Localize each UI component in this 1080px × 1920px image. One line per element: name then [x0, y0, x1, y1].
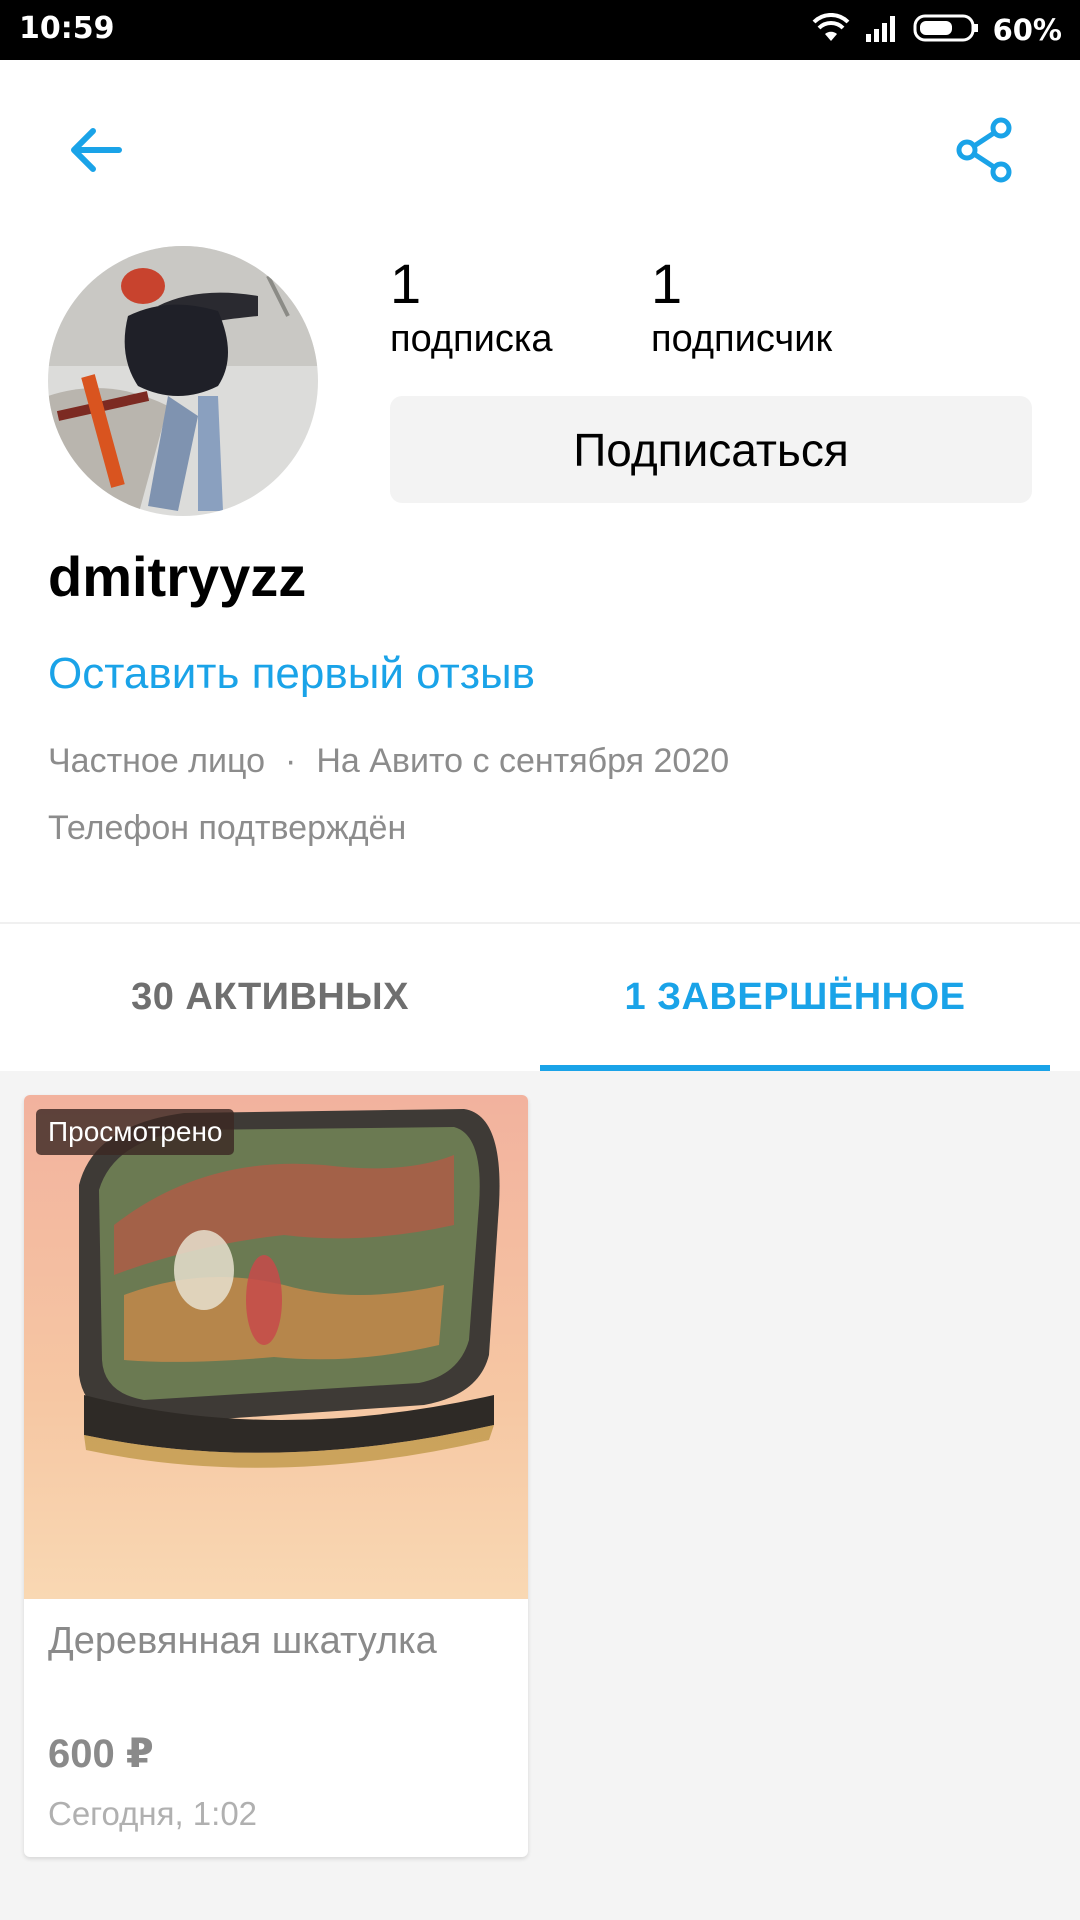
subscriptions-label: подписка	[390, 318, 553, 360]
share-icon	[956, 117, 1012, 183]
tab-active[interactable]: 30 АКТИВНЫХ	[0, 924, 540, 1071]
status-time: 10:59	[19, 11, 115, 46]
member-since: На Авито с сентября 2020	[316, 742, 730, 780]
subscriptions-stat[interactable]: 1 подписка	[390, 252, 552, 362]
viewed-badge: Просмотрено	[36, 1109, 235, 1155]
listing-price: 600 ₽	[48, 1732, 154, 1776]
followers-count: 1	[651, 252, 683, 315]
listing-date: Сегодня, 1:02	[48, 1795, 258, 1832]
listing-card[interactable]: Просмотрено Деревянная шкатулка 600 ₽ Се…	[24, 1095, 528, 1857]
avatar[interactable]	[48, 246, 318, 516]
username: dmitryyzz	[48, 545, 307, 608]
meta-separator: ·	[285, 742, 297, 780]
tab-finished[interactable]: 1 ЗАВЕРШЁННОЕ	[540, 924, 1050, 1071]
listing-title: Деревянная шкатулка	[48, 1620, 437, 1662]
arrow-left-icon	[71, 128, 122, 172]
seller-meta: Частное лицо · На Авито с сентября 2020	[48, 742, 729, 781]
listing-image: Просмотрено	[24, 1095, 528, 1599]
seller-type: Частное лицо	[48, 742, 266, 780]
share-button[interactable]	[950, 110, 1020, 190]
subscribe-button[interactable]: Подписаться	[390, 396, 1032, 503]
followers-label: подписчик	[651, 318, 833, 360]
battery-percent: 60%	[992, 13, 1062, 47]
top-bar	[0, 60, 1080, 230]
signal-icon	[865, 14, 899, 47]
leave-review-link[interactable]: Оставить первый отзыв	[48, 649, 535, 699]
phone-verified: Телефон подтверждён	[48, 809, 407, 847]
wifi-icon	[811, 12, 851, 48]
status-bar: 10:59 60%	[0, 0, 1080, 60]
status-icons: 60%	[811, 12, 1062, 48]
back-button[interactable]	[60, 115, 130, 185]
battery-icon	[913, 13, 979, 48]
subscriptions-count: 1	[390, 252, 422, 315]
followers-stat[interactable]: 1 подписчик	[651, 252, 832, 362]
listing-tabs: 30 АКТИВНЫХ 1 ЗАВЕРШЁННОЕ	[0, 924, 1080, 1071]
